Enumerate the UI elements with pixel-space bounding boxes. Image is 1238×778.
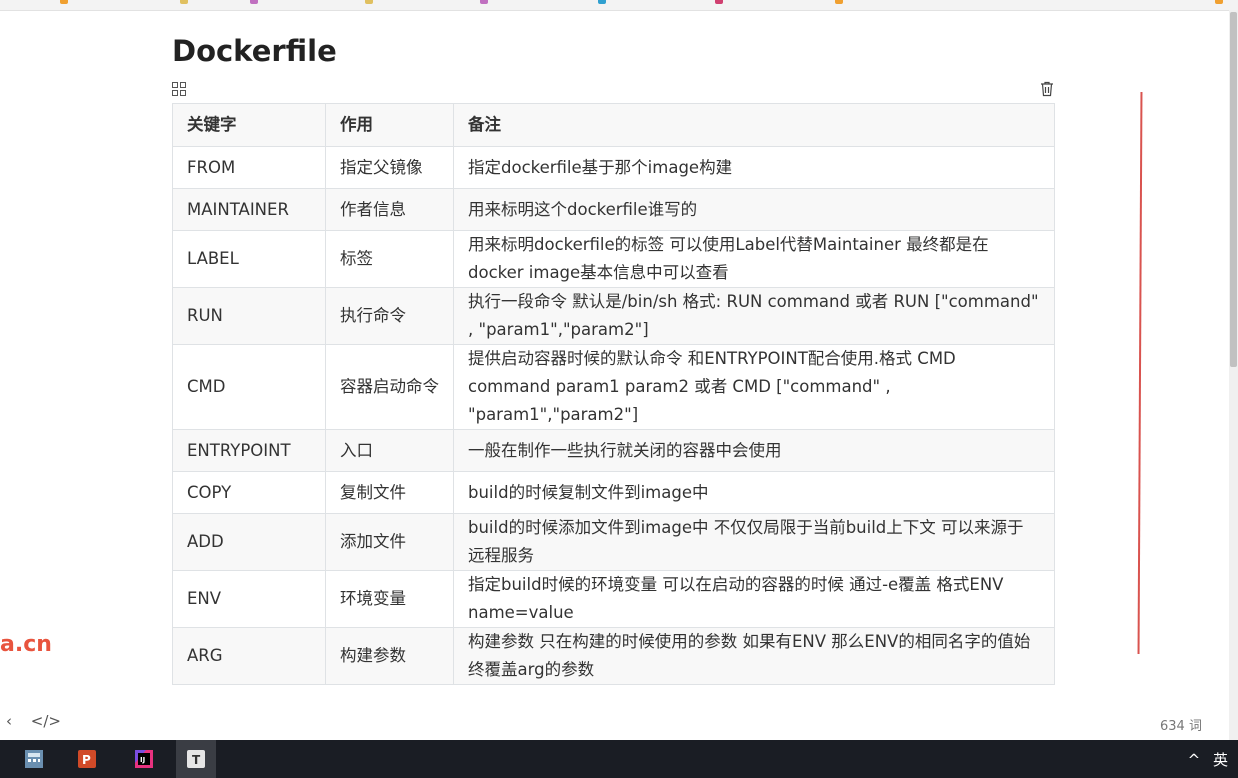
cell-function[interactable]: 环境变量 xyxy=(325,570,454,628)
table-menu-icon[interactable] xyxy=(172,82,186,96)
typora-letter: T xyxy=(192,753,201,767)
table-row: RUN 执行命令 执行一段命令 默认是/bin/sh 格式: RUN comma… xyxy=(172,287,1055,345)
cell-keyword[interactable]: COPY xyxy=(172,471,326,514)
cell-keyword[interactable]: ADD xyxy=(172,513,326,571)
annotation-red-line xyxy=(1137,91,1143,655)
vertical-scrollbar[interactable] xyxy=(1229,10,1238,740)
toolbar-icon[interactable] xyxy=(180,0,188,4)
cell-remarks[interactable]: build的时候复制文件到image中 xyxy=(453,471,1055,514)
cell-keyword[interactable]: CMD xyxy=(172,344,326,430)
toolbar-icon[interactable] xyxy=(1215,0,1223,4)
cell-keyword[interactable]: MAINTAINER xyxy=(172,188,326,231)
taskbar-app-calculator-icon[interactable] xyxy=(14,740,54,778)
word-count[interactable]: 634 词 xyxy=(1160,715,1202,734)
table-row: ENV 环境变量 指定build时候的环境变量 可以在启动的容器的时候 通过-e… xyxy=(172,570,1055,628)
cell-remarks[interactable]: 执行一段命令 默认是/bin/sh 格式: RUN command 或者 RUN… xyxy=(453,287,1055,345)
cell-keyword[interactable]: ENTRYPOINT xyxy=(172,429,326,472)
cell-remarks[interactable]: 用来标明这个dockerfile谁写的 xyxy=(453,188,1055,231)
svg-text:IJ: IJ xyxy=(140,756,145,764)
cell-remarks[interactable]: 提供启动容器时候的默认命令 和ENTRYPOINT配合使用.格式 CMD com… xyxy=(453,344,1055,430)
back-chevron-icon[interactable]: ‹ xyxy=(6,712,12,730)
ime-indicator[interactable]: 英 xyxy=(1213,751,1228,769)
cell-function[interactable]: 执行命令 xyxy=(325,287,454,345)
cell-keyword[interactable]: FROM xyxy=(172,146,326,189)
table-row: CMD 容器启动命令 提供启动容器时候的默认命令 和ENTRYPOINT配合使用… xyxy=(172,344,1055,430)
cell-function[interactable]: 添加文件 xyxy=(325,513,454,571)
svg-text:P: P xyxy=(82,753,91,767)
taskbar-powerpoint-icon[interactable]: P xyxy=(67,740,107,778)
page-title: Dockerfile xyxy=(172,34,337,68)
taskbar: P IJ T ^ 英 xyxy=(0,740,1238,778)
header-keyword[interactable]: 关键字 xyxy=(172,103,326,147)
tray-chevron-up-icon[interactable]: ^ xyxy=(1188,751,1201,769)
header-function[interactable]: 作用 xyxy=(325,103,454,147)
system-tray: ^ 英 xyxy=(1180,749,1228,770)
cell-function[interactable]: 复制文件 xyxy=(325,471,454,514)
source-code-icon[interactable]: </> xyxy=(31,712,61,730)
cell-keyword[interactable]: RUN xyxy=(172,287,326,345)
cell-remarks[interactable]: build的时候添加文件到image中 不仅仅局限于当前build上下文 可以来… xyxy=(453,513,1055,571)
toolbar-icon[interactable] xyxy=(365,0,373,4)
cell-remarks[interactable]: 用来标明dockerfile的标签 可以使用Label代替Maintainer … xyxy=(453,230,1055,288)
toolbar-icon[interactable] xyxy=(480,0,488,4)
cell-function[interactable]: 作者信息 xyxy=(325,188,454,231)
status-bar-left: ‹ </> xyxy=(6,712,75,730)
header-remarks[interactable]: 备注 xyxy=(453,103,1055,147)
cell-keyword[interactable]: LABEL xyxy=(172,230,326,288)
cell-keyword[interactable]: ARG xyxy=(172,627,326,685)
cell-function[interactable]: 入口 xyxy=(325,429,454,472)
trash-icon[interactable] xyxy=(1040,81,1054,97)
cell-remarks[interactable]: 指定build时候的环境变量 可以在启动的容器的时候 通过-e覆盖 格式ENV … xyxy=(453,570,1055,628)
table-row: COPY 复制文件 build的时候复制文件到image中 xyxy=(172,471,1055,514)
table-row: ENTRYPOINT 入口 一般在制作一些执行就关闭的容器中会使用 xyxy=(172,429,1055,472)
table-row: ARG 构建参数 构建参数 只在构建的时候使用的参数 如果有ENV 那么ENV的… xyxy=(172,627,1055,685)
taskbar-typora-icon[interactable]: T xyxy=(176,740,216,778)
cell-remarks[interactable]: 指定dockerfile基于那个image构建 xyxy=(453,146,1055,189)
table-row: MAINTAINER 作者信息 用来标明这个dockerfile谁写的 xyxy=(172,188,1055,231)
cell-function[interactable]: 构建参数 xyxy=(325,627,454,685)
toolbar-icon[interactable] xyxy=(835,0,843,4)
cell-function[interactable]: 容器启动命令 xyxy=(325,344,454,430)
cell-function[interactable]: 指定父镜像 xyxy=(325,146,454,189)
table-row: FROM 指定父镜像 指定dockerfile基于那个image构建 xyxy=(172,146,1055,189)
table-row: LABEL 标签 用来标明dockerfile的标签 可以使用Label代替Ma… xyxy=(172,230,1055,288)
cell-keyword[interactable]: ENV xyxy=(172,570,326,628)
watermark: a.cn xyxy=(0,632,52,657)
dockerfile-keyword-table[interactable]: 关键字 作用 备注 FROM 指定父镜像 指定dockerfile基于那个ima… xyxy=(172,103,1055,685)
toolbar-icon[interactable] xyxy=(598,0,606,4)
cell-remarks[interactable]: 一般在制作一些执行就关闭的容器中会使用 xyxy=(453,429,1055,472)
table-header-row: 关键字 作用 备注 xyxy=(172,103,1055,147)
top-toolbar-strip xyxy=(0,0,1238,11)
cell-function[interactable]: 标签 xyxy=(325,230,454,288)
taskbar-intellij-icon[interactable]: IJ xyxy=(124,740,164,778)
cell-remarks[interactable]: 构建参数 只在构建的时候使用的参数 如果有ENV 那么ENV的相同名字的值始终覆… xyxy=(453,627,1055,685)
toolbar-icon[interactable] xyxy=(250,0,258,4)
table-row: ADD 添加文件 build的时候添加文件到image中 不仅仅局限于当前bui… xyxy=(172,513,1055,571)
scrollbar-thumb[interactable] xyxy=(1230,12,1237,367)
toolbar-icon[interactable] xyxy=(715,0,723,4)
toolbar-icon[interactable] xyxy=(60,0,68,4)
